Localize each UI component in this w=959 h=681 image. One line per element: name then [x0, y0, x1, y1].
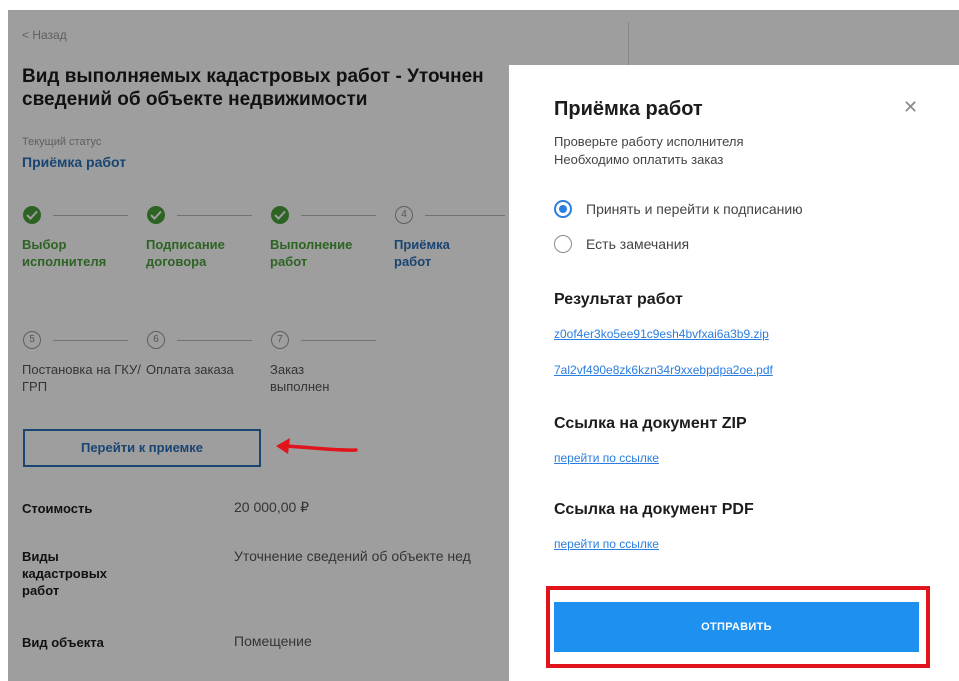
- pdf-heading: Ссылка на документ PDF: [554, 501, 754, 518]
- acceptance-modal: Приёмка работ ✕ Проверьте работу исполни…: [509, 65, 959, 681]
- submit-button[interactable]: ОТПРАВИТЬ: [554, 602, 919, 652]
- modal-title: Приёмка работ: [554, 98, 703, 120]
- radio-remarks-label[interactable]: Есть замечания: [586, 236, 689, 252]
- close-icon[interactable]: ✕: [903, 97, 918, 118]
- modal-subtitle: Проверьте работу исполнителя Необходимо …: [554, 133, 744, 169]
- file-link-zip[interactable]: z0of4er3ko5ee91c9esh4bvfxai6a3b9.zip: [554, 327, 769, 341]
- red-arrow-icon: [276, 438, 358, 454]
- modal-subtitle-line1: Проверьте работу исполнителя: [554, 134, 744, 149]
- zip-link[interactable]: перейти по ссылке: [554, 451, 659, 465]
- zip-heading: Ссылка на документ ZIP: [554, 415, 747, 432]
- modal-subtitle-line2: Необходимо оплатить заказ: [554, 152, 724, 167]
- pdf-link[interactable]: перейти по ссылке: [554, 537, 659, 551]
- radio-remarks[interactable]: [554, 235, 572, 253]
- radio-accept-label[interactable]: Принять и перейти к подписанию: [586, 201, 803, 217]
- results-heading: Результат работ: [554, 291, 683, 308]
- file-link-pdf[interactable]: 7al2vf490e8zk6kzn34r9xxebpdpa2oe.pdf: [554, 363, 773, 377]
- radio-accept[interactable]: [554, 200, 572, 218]
